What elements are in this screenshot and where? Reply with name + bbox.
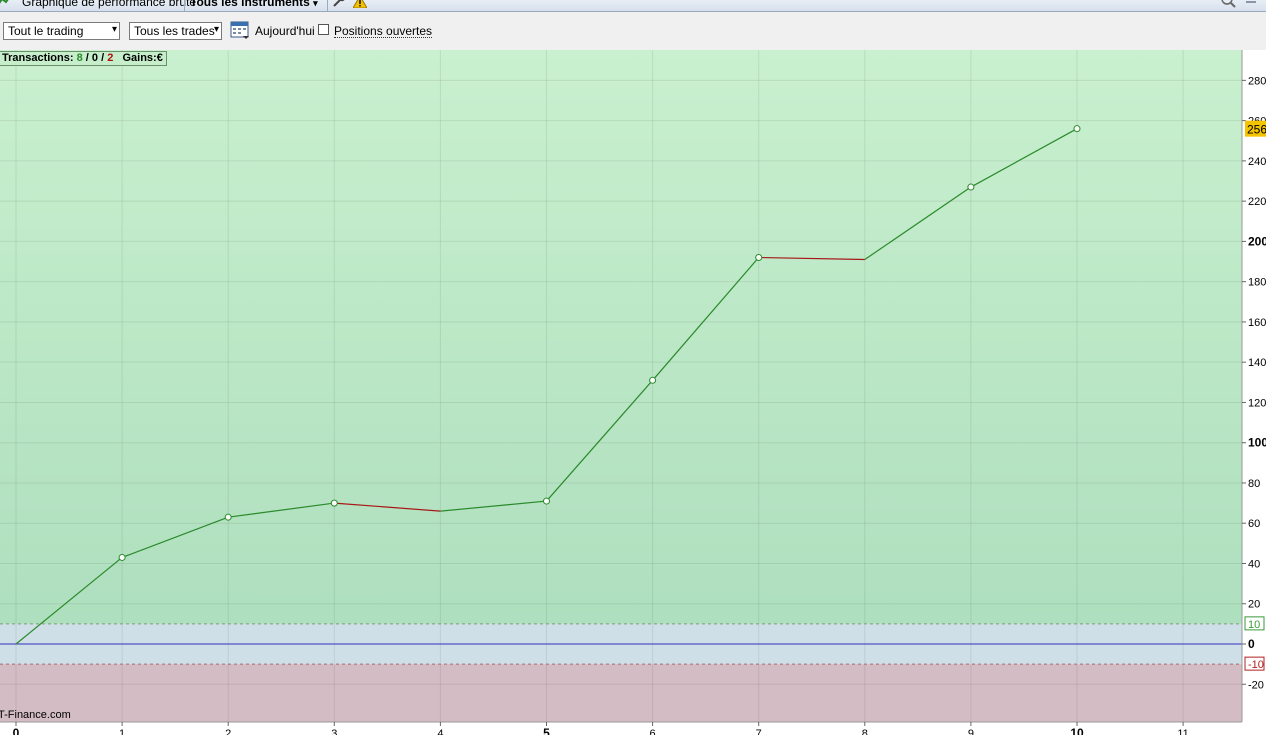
x-tick-label: 9 (968, 728, 974, 735)
losses-count: 2 (107, 52, 114, 64)
wrench-icon[interactable] (332, 0, 346, 11)
x-tick-label: 6 (650, 728, 656, 735)
watermark: T-Finance.com (0, 709, 71, 721)
trading-scope-select[interactable]: Tout le trading ▾ (3, 22, 120, 40)
x-tick-label: 3 (331, 728, 337, 735)
trade-point (755, 254, 763, 262)
tab-separator (184, 0, 185, 11)
x-axis-background (0, 722, 1242, 735)
x-tick-label: 4 (437, 728, 443, 735)
x-tick-label: 1 (119, 728, 125, 735)
tab-instruments-label: Tous les instruments (190, 0, 310, 9)
trade-point (543, 497, 550, 505)
y-tick-label: 280 (1248, 75, 1266, 87)
threshold-negative-badge-label: -10 (1248, 659, 1264, 671)
y-tick-label: 180 (1248, 277, 1266, 289)
chart-icon (0, 0, 11, 10)
threshold-positive-badge-label: 10 (1248, 619, 1260, 631)
gains-label: Gains: (122, 52, 157, 64)
separator: / (82, 52, 92, 64)
trade-point (224, 513, 232, 521)
trade-point (1073, 125, 1081, 133)
separator: / (98, 52, 108, 64)
trade-point (330, 499, 338, 507)
open-positions-label[interactable]: Positions ouvertes (334, 25, 433, 38)
chevron-down-icon: ▾ (111, 24, 117, 35)
calendar-icon[interactable] (230, 20, 250, 40)
x-tick-label: 0 (13, 726, 20, 735)
tab-instruments[interactable]: Tous les instruments ▾ (190, 0, 318, 9)
x-tick-label: 7 (756, 728, 762, 735)
y-tick-label: 40 (1248, 558, 1260, 570)
y-tick-label: 160 (1248, 317, 1266, 329)
gains-value: € (156, 52, 163, 64)
open-positions-checkbox[interactable] (318, 24, 329, 35)
chart-canvas: 280260240220200180160140120100806040200-… (0, 50, 1266, 735)
search-icon[interactable] (1220, 0, 1240, 11)
x-tick-label: 8 (862, 728, 868, 735)
performance-chart[interactable]: 280260240220200180160140120100806040200-… (0, 50, 1266, 735)
today-button[interactable]: Aujourd'hui (255, 24, 315, 38)
tab-separator-2 (327, 0, 328, 11)
positive-zone (0, 50, 1242, 624)
y-tick-label: 220 (1248, 196, 1266, 208)
y-tick-label: 80 (1248, 478, 1260, 490)
trades-filter-value: Tous les trades (134, 24, 215, 38)
chevron-down-icon: ▾ (313, 0, 318, 8)
y-tick-label: 140 (1248, 357, 1266, 369)
warning-icon[interactable] (352, 0, 368, 11)
trading-scope-value: Tout le trading (8, 24, 84, 38)
minimize-icon[interactable] (1246, 1, 1256, 3)
title-bar: Graphique de performance brute Tous les … (0, 0, 1266, 12)
trades-filter-select[interactable]: Tous les trades ▾ (129, 22, 222, 40)
y-tick-label: 20 (1248, 599, 1260, 611)
transactions-summary: Transactions: 8 / 0 / 2 Gains:€ (0, 51, 167, 66)
x-tick-label: 10 (1070, 726, 1084, 735)
transactions-label: Transactions: (2, 52, 74, 64)
y-tick-label: 0 (1248, 637, 1255, 651)
trade-point (967, 183, 975, 191)
negative-zone (0, 664, 1242, 722)
y-axis-background (1242, 50, 1266, 735)
tab-chart-type[interactable]: Graphique de performance brute (22, 0, 196, 9)
y-tick-label: 60 (1248, 518, 1260, 530)
trade-point (118, 553, 126, 561)
y-tick-label: -20 (1248, 679, 1264, 691)
y-tick-label: 120 (1248, 397, 1266, 409)
last-value-label: 256 (1247, 123, 1266, 137)
x-tick-label: 2 (225, 728, 231, 735)
trade-point (649, 376, 657, 384)
y-tick-label: 100 (1248, 436, 1266, 450)
y-tick-label: 200 (1248, 234, 1266, 248)
x-tick-label: 5 (543, 726, 550, 735)
chevron-down-icon: ▾ (213, 24, 219, 35)
x-tick-label: 11 (1177, 728, 1188, 735)
y-tick-label: 240 (1248, 156, 1266, 168)
